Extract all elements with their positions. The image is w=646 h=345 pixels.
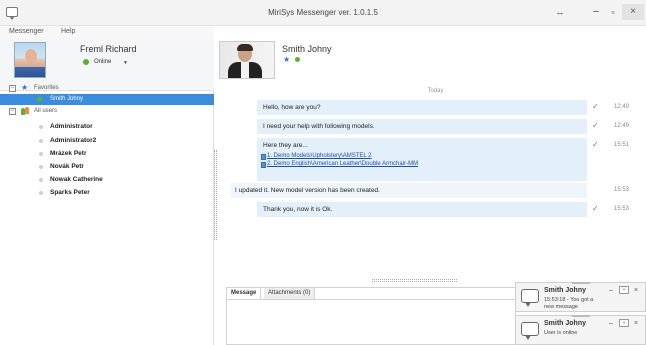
star-icon: ★ bbox=[283, 55, 291, 64]
tab-attachments[interactable]: Attachments (0) bbox=[264, 288, 316, 299]
notification-popup[interactable]: Smith Johny User is online – ▪ × bbox=[515, 315, 646, 345]
message-time: 15:53 bbox=[614, 187, 630, 193]
contact-row[interactable]: Nowak Catherine bbox=[0, 174, 214, 185]
menu-help[interactable]: Help bbox=[61, 28, 75, 35]
check-icon: ✓ bbox=[592, 121, 599, 130]
close-icon[interactable]: × bbox=[634, 287, 638, 294]
offline-status-icon bbox=[39, 152, 43, 156]
notification-sender: Smith Johny bbox=[544, 320, 587, 327]
compose-panel: Message Attachments (0) bbox=[226, 287, 516, 345]
pin-icon[interactable]: ▪ bbox=[619, 319, 629, 327]
close-button[interactable]: × bbox=[622, 4, 644, 20]
contact-name: Smith Johny bbox=[50, 96, 84, 102]
all-users-group[interactable]: − All users bbox=[0, 106, 214, 117]
offline-status-icon bbox=[39, 178, 43, 182]
notification-sender: Smith Johny bbox=[544, 287, 587, 294]
minimize-notification-button[interactable]: – bbox=[609, 320, 613, 327]
close-icon[interactable]: × bbox=[634, 320, 638, 327]
panel-splitter[interactable] bbox=[214, 150, 217, 240]
message-bubble: Here they are... 1. Demo Models\Upholste… bbox=[257, 138, 587, 181]
chat-history: Today Hello, how are you? ✓ 12:49 I need… bbox=[225, 85, 646, 280]
menu-bar: Messenger Help bbox=[0, 26, 214, 38]
check-icon: ✓ bbox=[592, 204, 599, 213]
message-time: 12:49 bbox=[614, 104, 630, 110]
contact-name: Mrázek Petr bbox=[50, 150, 87, 157]
favorites-group[interactable]: − ★ Favorites bbox=[0, 83, 214, 94]
collapse-icon[interactable]: − bbox=[9, 108, 16, 115]
message-bubble: I updated it. New model version has been… bbox=[231, 183, 587, 198]
menu-messenger[interactable]: Messenger bbox=[9, 28, 44, 35]
contact-name: Nowak Catherine bbox=[50, 176, 103, 183]
minimize-button[interactable]: – bbox=[588, 4, 604, 20]
message-bubble: Hello, how are you? bbox=[257, 100, 587, 115]
offline-status-icon bbox=[39, 165, 43, 169]
my-name: Freml Richard bbox=[80, 44, 137, 54]
message-time: 15:53 bbox=[614, 206, 630, 212]
window-title: MiriSys Messenger ver. 1.0.1.5 bbox=[268, 8, 378, 17]
contact-row[interactable]: Mrázek Petr bbox=[0, 148, 214, 159]
contact-row[interactable]: Administrator bbox=[0, 121, 214, 132]
contact-row-favorite[interactable]: Smith Johny bbox=[0, 94, 214, 105]
message-bubble: I need your help with following models. bbox=[257, 119, 587, 134]
avatar[interactable] bbox=[14, 42, 46, 78]
contact-row[interactable]: Sparks Peter bbox=[0, 187, 214, 198]
contact-row[interactable]: Novák Petr bbox=[0, 161, 214, 172]
offline-status-icon bbox=[39, 125, 43, 129]
chat-bubble-icon bbox=[521, 289, 539, 307]
check-icon: ✓ bbox=[592, 140, 599, 149]
status-selector[interactable]: Online bbox=[94, 59, 111, 65]
minimize-notification-button[interactable]: – bbox=[609, 287, 613, 294]
model-link[interactable]: 2. Demo English\American Leather\Double … bbox=[267, 161, 418, 167]
chevron-down-icon[interactable]: ▼ bbox=[123, 60, 128, 66]
online-status-icon bbox=[83, 59, 89, 65]
online-status-icon bbox=[37, 97, 42, 102]
file-icon bbox=[261, 154, 266, 160]
message-text: Hello, how are you? bbox=[263, 104, 321, 111]
contact-name: Administrator2 bbox=[50, 137, 97, 144]
tab-message[interactable]: Message bbox=[227, 288, 262, 299]
notification-popup[interactable]: Smith Johny 15:53:18 - You got a new mes… bbox=[515, 282, 646, 312]
contact-row[interactable]: Administrator2 bbox=[0, 135, 214, 146]
all-users-label: All users bbox=[34, 108, 58, 114]
day-separator: Today bbox=[427, 88, 444, 94]
message-input[interactable] bbox=[227, 299, 515, 344]
contact-name: Novák Petr bbox=[50, 163, 84, 170]
contact-name: Administrator bbox=[50, 123, 93, 130]
pin-icon[interactable]: ▪ bbox=[619, 286, 629, 294]
restore-button[interactable]: ↔ bbox=[552, 4, 568, 20]
maximize-button[interactable]: ▫ bbox=[605, 4, 621, 20]
chat-header: Smith Johny ★ bbox=[215, 38, 646, 85]
resize-handle[interactable] bbox=[372, 279, 457, 282]
title-bar: MiriSys Messenger ver. 1.0.1.5 ↔ – ▫ × bbox=[0, 0, 646, 26]
offline-status-icon bbox=[39, 191, 43, 195]
message-time: 15:51 bbox=[614, 142, 630, 148]
offline-status-icon bbox=[39, 139, 43, 143]
favorites-label: Favorites bbox=[34, 85, 59, 91]
contact-title: Smith Johny bbox=[282, 44, 332, 54]
contacts-panel: Freml Richard Online ▼ − ★ Favorites Smi… bbox=[0, 38, 214, 345]
star-icon: ★ bbox=[21, 83, 29, 92]
model-link[interactable]: 1. Demo Models\Upholstery\AMSTEL 2 bbox=[267, 153, 371, 159]
contact-name: Sparks Peter bbox=[50, 189, 90, 196]
online-status-icon bbox=[295, 57, 300, 62]
collapse-icon[interactable]: − bbox=[9, 85, 16, 92]
chat-bubble-icon bbox=[521, 322, 539, 340]
contact-avatar[interactable] bbox=[219, 41, 275, 79]
check-icon: ✓ bbox=[592, 102, 599, 111]
message-text: Here they are... bbox=[263, 142, 308, 149]
notification-text: 15:53:18 - You got a new message bbox=[544, 297, 594, 310]
message-bubble: Thank you, now it is Ok. bbox=[257, 202, 587, 217]
message-text: I updated it. New model version has been… bbox=[235, 187, 380, 194]
file-icon bbox=[261, 162, 266, 168]
message-text: Thank you, now it is Ok. bbox=[263, 206, 333, 213]
message-time: 12:49 bbox=[614, 123, 630, 129]
notification-text: User is online bbox=[544, 330, 578, 336]
message-text: I need your help with following models. bbox=[263, 123, 375, 130]
users-icon bbox=[21, 107, 30, 115]
